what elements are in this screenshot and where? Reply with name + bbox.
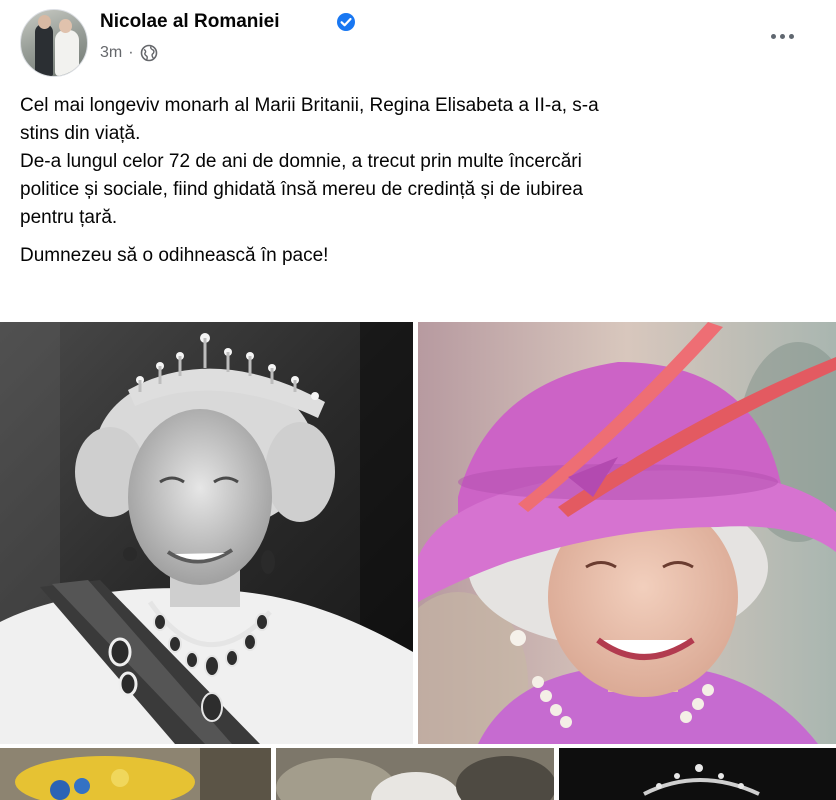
post-text-line: stins din viață. xyxy=(20,123,141,144)
post-text-line: politice și sociale, fiind ghidată însă … xyxy=(20,179,583,200)
avatar-bride-head xyxy=(59,19,72,33)
post-timestamp[interactable]: 3m xyxy=(100,44,122,62)
more-dot xyxy=(770,33,776,39)
verified-badge-icon xyxy=(337,13,355,31)
post-meta: 3m · xyxy=(100,44,158,62)
post-body-text: Cel mai longeviv monarh al Marii Britani… xyxy=(20,92,820,270)
avatar-groom-figure xyxy=(35,24,53,76)
globe-icon[interactable] xyxy=(140,44,158,62)
post-text-line: Cel mai longeviv monarh al Marii Britani… xyxy=(20,95,599,116)
photo-queen-tiara-dark[interactable] xyxy=(559,748,836,800)
post-header: Nicolae al Romaniei 3m · xyxy=(0,0,836,80)
post-text-line: Dumnezeu să o odihnească în pace! xyxy=(20,245,329,266)
author-name[interactable]: Nicolae al Romaniei xyxy=(100,11,280,33)
more-dot xyxy=(779,33,785,39)
post-text-line: De-a lungul celor 72 de ani de domnie, a… xyxy=(20,151,582,172)
author-avatar[interactable] xyxy=(20,9,88,77)
photo-queen-yellow-hat[interactable] xyxy=(0,748,271,800)
photo-queen-pink-hat[interactable] xyxy=(418,322,836,744)
meta-separator: · xyxy=(128,44,134,61)
avatar-groom-head xyxy=(38,15,51,29)
photo-queen-crowd[interactable] xyxy=(276,748,554,800)
post-text-line: pentru țară. xyxy=(20,207,118,228)
more-dot xyxy=(788,33,794,39)
avatar-bride-figure xyxy=(55,30,79,76)
more-options-icon[interactable] xyxy=(760,22,804,50)
photo-queen-bw-portrait[interactable] xyxy=(0,322,413,744)
